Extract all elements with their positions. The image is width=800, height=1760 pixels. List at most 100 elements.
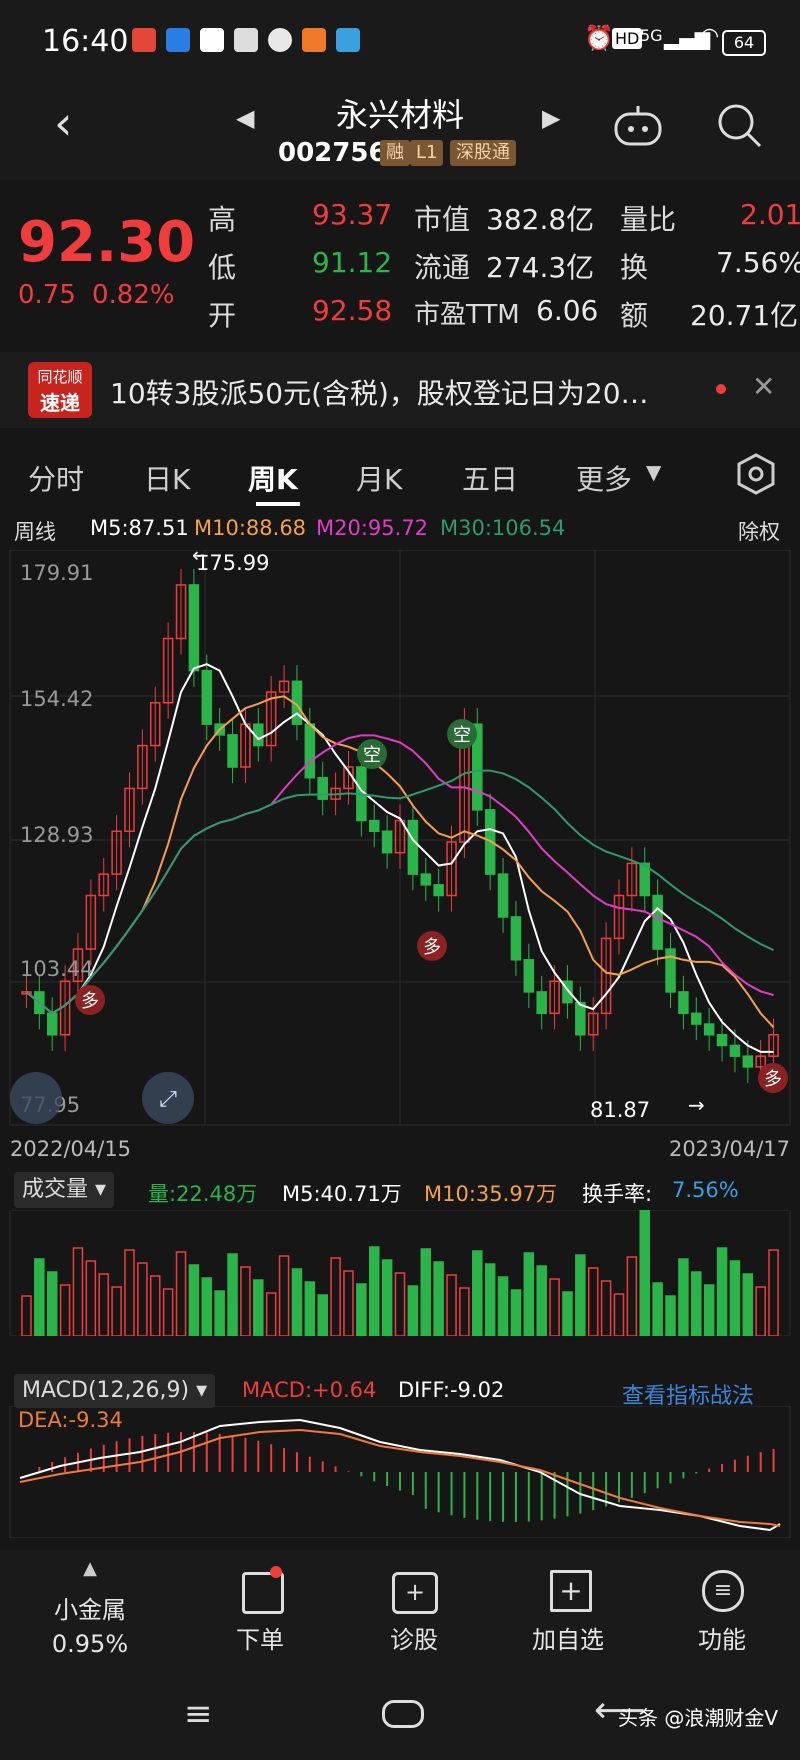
macd-selector[interactable]: MACD(12,26,9) ▾ [14,1374,216,1408]
candle-body [716,1034,728,1047]
volume-bar [356,1283,367,1336]
network-label: 5G [640,26,663,45]
volume-bar [137,1262,148,1336]
volume-bar [240,1266,251,1336]
level-tag: L1 [410,140,444,166]
diagnose-icon: + [392,1572,438,1614]
turnover-rate-label: 换手率: [582,1182,653,1206]
alarm-icon: ⏰ [584,24,614,52]
candle-body [652,894,663,950]
volratio-label: 量比 [620,203,677,236]
function-button[interactable]: 功能 [662,1620,782,1655]
period-tabs: 分时 日K 周K 月K 五日 更多 ▼ [0,440,800,510]
diagnose-button[interactable]: 诊股 [354,1620,474,1655]
settings-icon[interactable] [734,452,778,496]
volume-selector[interactable]: 成交量 ▾ [14,1172,115,1208]
robot-assistant-icon[interactable] [612,100,664,152]
volume-bar [394,1272,406,1336]
kline-chart[interactable]: 179.91 154.42 128.93 103.44 77.95 175.99… [0,550,800,1270]
adjust-label[interactable]: 除权 [738,516,780,546]
ma-legend: 周线 M5:87.51 M10:88.68 M20:95.72 M30:106.… [0,510,800,550]
macd-panel: MACD(12,26,9) ▾ MACD:+0.64 DIFF:-9.02 查看… [0,1366,800,1550]
period-label: 周线 [14,520,56,544]
volume-panel: 成交量 ▾ 量:22.48万 M5:40.71万 M10:35.97万 换手率:… [0,1166,800,1346]
price-axis-mid2: 128.93 [20,823,93,847]
volume-bar [278,1255,290,1336]
add-watchlist-icon: + [550,1570,592,1612]
volume-bar [691,1271,702,1336]
pe-value: 6.06 [536,294,599,327]
tab-weekly[interactable]: 周K [248,458,298,498]
candle-body [729,1044,741,1057]
candle-body [420,873,432,886]
news-badge: 同花顺 速递 [28,362,92,418]
next-stock-icon[interactable]: ▶ [542,104,560,132]
news-ticker[interactable]: 同花顺 速递 10转3股派50元(含税)，股权登记日为20… ✕ [0,352,800,428]
volume-bar [703,1284,715,1336]
open-value: 92.58 [312,294,393,327]
volume-bar [639,1210,651,1336]
volume-bar [510,1289,522,1336]
volume-bars [9,1210,791,1336]
candle-body [497,873,509,918]
search-icon[interactable] [714,100,766,152]
candle-body [665,948,676,993]
volume-bar [523,1252,535,1336]
volume-bar [317,1294,328,1336]
float-label: 流通 [414,251,471,284]
volume-bar [433,1261,444,1336]
high-arrow-icon: ← [192,550,209,567]
volume-bar [46,1271,58,1336]
volume-bar [253,1279,264,1336]
signal-duo-1: 多 [417,931,447,961]
menu-key-icon[interactable]: ≡ [184,1694,213,1734]
volume-bar [111,1286,122,1336]
volume-bar [536,1265,547,1336]
high-value: 93.37 [312,198,393,231]
candle-body [317,776,328,800]
turnover-value: 7.56% [716,246,800,279]
tab-daily[interactable]: 日K [144,458,190,498]
m20-value: M20:95.72 [316,516,429,540]
volume-bar [291,1268,303,1336]
wifi-icon: ◠ [700,24,720,49]
add-watchlist-button[interactable]: 加自选 [508,1620,628,1655]
sector-label[interactable]: 小金属 [30,1590,150,1625]
tab-more[interactable]: 更多 [576,458,632,498]
signal-kong-2: 空 [447,719,477,749]
sector-change: 0.95% [51,1630,129,1658]
mktcap-label: 市值 [414,203,471,236]
candle-body [433,884,444,897]
tab-monthly[interactable]: 月K [356,458,402,498]
volume-bar [742,1273,754,1336]
svg-text:多: 多 [764,1069,782,1090]
close-icon[interactable]: ✕ [752,370,775,403]
volume-bar [98,1273,109,1336]
order-button[interactable]: 下单 [200,1620,320,1655]
m30-value: M30:106.54 [440,516,566,540]
home-key-icon[interactable] [382,1700,424,1728]
tab-timeshare[interactable]: 分时 [28,458,84,498]
chevron-down-icon[interactable]: ▼ [646,460,661,484]
low-value: 91.12 [312,246,393,279]
volume-bar [459,1287,470,1336]
volume-bar [497,1276,509,1336]
expand-button[interactable]: ⤢ [142,1072,194,1124]
m5-value: M5:87.51 [90,516,189,540]
active-tab-indicator [256,502,300,506]
volume-bar [407,1285,419,1336]
candle-body [46,1012,58,1036]
tab-five-day[interactable]: 五日 [462,458,518,498]
order-icon [242,1572,284,1614]
volume-bar [472,1250,483,1336]
volume-bar [201,1277,213,1336]
svg-text:空: 空 [363,745,381,766]
candle-body [575,1001,586,1036]
volume-bar [149,1275,161,1336]
collapse-button[interactable] [10,1072,62,1124]
stock-name: 永兴材料 [335,96,464,134]
battery-icon: 64 [722,30,766,56]
volume-bar [21,1295,32,1336]
volume-bar [214,1290,225,1336]
news-text[interactable]: 10转3股派50元(含税)，股权登记日为20… [110,372,649,412]
